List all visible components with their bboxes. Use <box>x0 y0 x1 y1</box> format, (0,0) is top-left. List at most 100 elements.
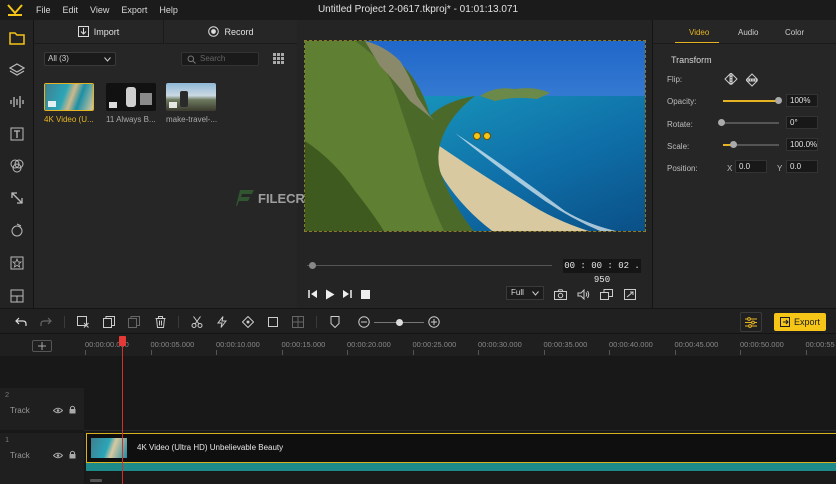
ruler-tick-label: 00:00:50.000 <box>740 340 784 349</box>
record-button[interactable]: Record <box>165 20 297 44</box>
tab-video[interactable]: Video <box>689 28 709 37</box>
position-x-field[interactable]: 0.0 <box>735 160 767 173</box>
flip-horizontal-icon[interactable] <box>724 72 738 86</box>
lock-icon[interactable] <box>69 450 76 461</box>
quality-select[interactable]: Full <box>506 286 544 300</box>
text-icon[interactable] <box>7 124 27 144</box>
scale-field[interactable]: 100.0% <box>786 138 818 151</box>
export-label: Export <box>793 317 820 327</box>
stop-icon[interactable] <box>358 287 372 301</box>
playhead-handle[interactable] <box>119 336 126 346</box>
video-clip[interactable]: 4K Video (Ultra HD) Unbelievable Beauty <box>86 433 836 463</box>
ruler-tick-label: 00:00:35.000 <box>543 340 588 349</box>
menu-edit[interactable]: Edit <box>57 5 85 15</box>
next-frame-icon[interactable] <box>340 287 354 301</box>
ruler-tick-mark <box>805 350 807 355</box>
chevron-down-icon <box>532 291 539 296</box>
media-thumbnail[interactable] <box>44 83 94 111</box>
position-y-field[interactable]: 0.0 <box>786 160 818 173</box>
ruler-tick-mark <box>281 350 283 355</box>
delete-selection-icon[interactable] <box>76 315 90 329</box>
track-number: 1 <box>5 435 10 444</box>
seekbar-handle[interactable] <box>309 262 316 269</box>
crop-icon[interactable] <box>266 315 280 329</box>
clip-label: 4K Video (Ultra HD) Unbelievable Beauty <box>137 443 284 452</box>
search-placeholder: Search <box>200 54 226 63</box>
effects-icon[interactable] <box>7 156 27 176</box>
prev-frame-icon[interactable] <box>306 287 320 301</box>
snapshot-icon[interactable] <box>553 287 567 301</box>
zoom-in-icon[interactable] <box>427 315 441 329</box>
eye-icon[interactable] <box>52 406 64 416</box>
app-window: File Edit View Export Help Untitled Proj… <box>0 0 836 484</box>
keyframe-icon[interactable] <box>241 315 255 329</box>
eye-icon[interactable] <box>52 451 64 461</box>
plus-icon <box>38 342 46 350</box>
opacity-handle[interactable] <box>775 97 782 104</box>
fullscreen-icon[interactable] <box>623 287 637 301</box>
preview-seekbar[interactable] <box>307 265 552 266</box>
properties-panel: Video Audio Color Transform Flip: Opacit… <box>652 20 836 308</box>
freeze-frame-icon[interactable] <box>291 315 305 329</box>
copy-icon[interactable] <box>102 315 116 329</box>
media-label: 4K Video (U... <box>44 115 94 124</box>
ruler-tick-mark <box>347 350 348 355</box>
zoom-handle[interactable] <box>396 319 403 326</box>
rotate-slider[interactable] <box>723 122 779 124</box>
video-preview[interactable] <box>304 40 646 232</box>
speed-icon[interactable] <box>215 315 229 329</box>
preview-timecode: 00 : 00 : 02 . 950 <box>563 259 641 285</box>
ruler-tick-label: 00:00:45.000 <box>674 340 719 349</box>
marker-icon[interactable] <box>328 315 342 329</box>
pip-icon[interactable] <box>599 287 613 301</box>
export-button[interactable]: Export <box>774 313 826 331</box>
folder-icon[interactable] <box>7 28 27 48</box>
redo-icon[interactable] <box>39 315 53 329</box>
opacity-fill <box>723 100 779 102</box>
ruler-tick-mark <box>150 350 152 355</box>
lock-icon[interactable] <box>69 405 76 416</box>
import-button[interactable]: Import <box>34 20 164 44</box>
audio-waveform[interactable] <box>86 463 836 471</box>
playhead[interactable] <box>122 341 123 484</box>
flip-vertical-icon[interactable] <box>745 73 759 87</box>
opacity-field[interactable]: 100% <box>786 94 818 107</box>
media-thumbnail[interactable] <box>106 83 156 111</box>
scissors-icon[interactable] <box>190 315 204 329</box>
media-thumbnail[interactable] <box>166 83 216 111</box>
x-label: X <box>727 164 733 173</box>
rotate-field[interactable]: 0° <box>786 116 818 129</box>
media-filter-select[interactable]: All (3) <box>44 52 116 66</box>
menu-help[interactable]: Help <box>153 5 184 15</box>
menu-export[interactable]: Export <box>115 5 153 15</box>
sticker-icon[interactable] <box>7 253 27 273</box>
trash-icon[interactable] <box>153 315 167 329</box>
add-track-button[interactable] <box>32 340 52 352</box>
settings-sliders-icon[interactable] <box>740 312 762 332</box>
layers-icon[interactable] <box>7 60 27 80</box>
paste-icon[interactable] <box>127 315 141 329</box>
filter-icon[interactable] <box>7 220 27 240</box>
filter-value: All (3) <box>48 54 69 63</box>
search-input[interactable]: Search <box>181 52 259 66</box>
menu-view[interactable]: View <box>84 5 115 15</box>
layout-icon[interactable] <box>7 286 27 306</box>
zoom-out-icon[interactable] <box>357 315 371 329</box>
ruler-tick-mark <box>412 350 414 355</box>
watermark-logo-icon <box>236 190 254 206</box>
timeline-ruler[interactable]: 00:00:00.000 00:00:05.000 00:00:10.000 00:0… <box>84 334 836 356</box>
transition-icon[interactable] <box>7 188 27 208</box>
horizontal-scrollbar[interactable] <box>90 479 102 482</box>
menu-file[interactable]: File <box>30 5 57 15</box>
scale-handle[interactable] <box>730 141 738 148</box>
grid-view-icon[interactable] <box>273 53 284 64</box>
audio-wave-icon[interactable] <box>7 92 27 112</box>
undo-icon[interactable] <box>14 315 28 329</box>
media-label: make-travel-... <box>166 115 218 124</box>
play-icon[interactable] <box>323 287 337 301</box>
ruler-tick-mark <box>216 350 217 355</box>
rotate-handle[interactable] <box>718 119 725 126</box>
tab-audio[interactable]: Audio <box>738 28 758 37</box>
volume-icon[interactable] <box>576 287 590 301</box>
tab-color[interactable]: Color <box>785 28 804 37</box>
